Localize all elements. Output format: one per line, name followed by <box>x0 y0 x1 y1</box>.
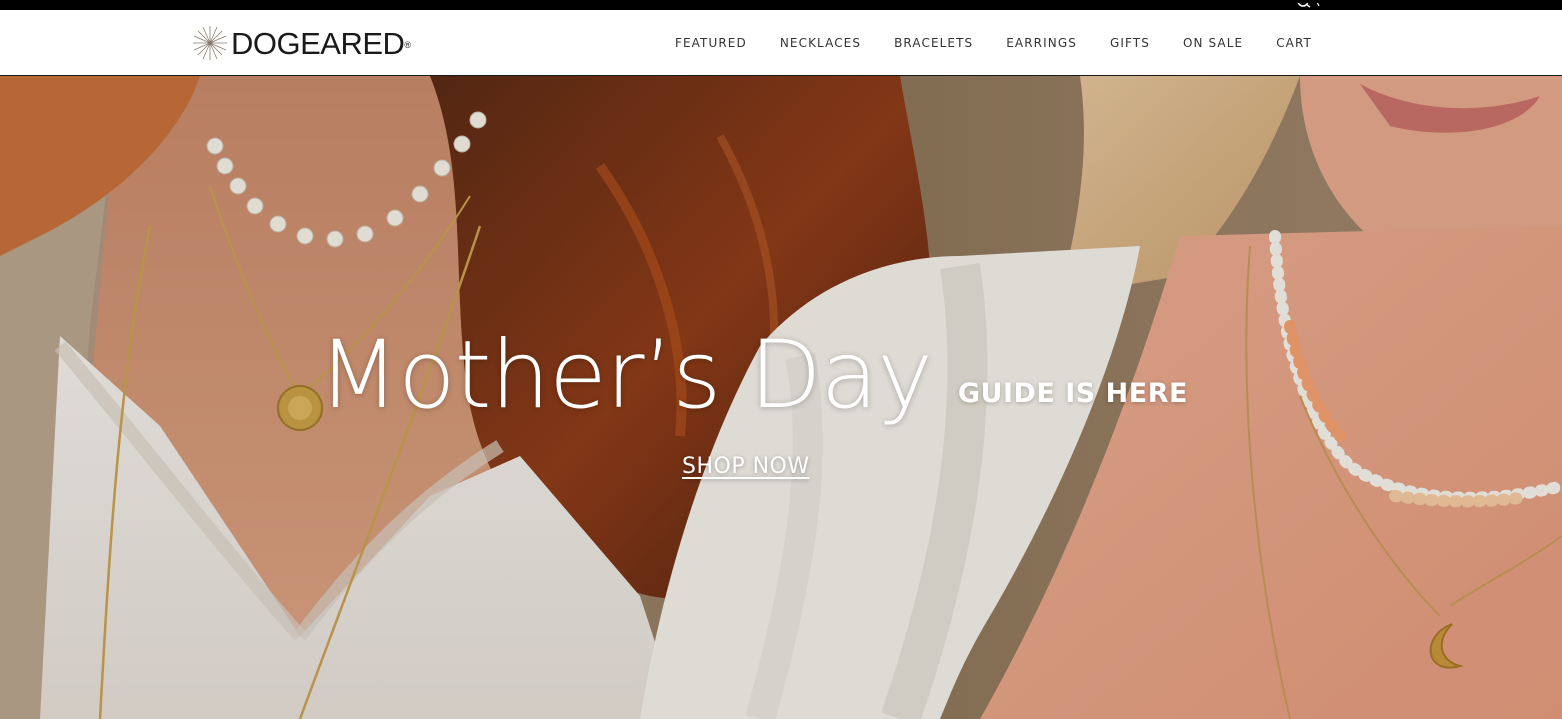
site-logo[interactable]: DOGEARED ® <box>191 23 411 63</box>
search-icon[interactable] <box>1291 0 1331 10</box>
site-header: DOGEARED ® FEATURED NECKLACES BRACELETS … <box>0 10 1562 76</box>
hero-banner[interactable]: Mother’s Day GUIDE IS HERE SHOP NOW <box>0 76 1562 719</box>
nav-on-sale[interactable]: ON SALE <box>1183 36 1243 50</box>
nav-necklaces[interactable]: NECKLACES <box>780 36 861 50</box>
nav-cart[interactable]: CART <box>1276 36 1312 50</box>
main-nav: FEATURED NECKLACES BRACELETS EARRINGS GI… <box>675 10 1312 76</box>
nav-gifts[interactable]: GIFTS <box>1110 36 1150 50</box>
registered-mark: ® <box>404 40 412 50</box>
starburst-icon <box>193 26 227 60</box>
hero-title: Mother’s Day <box>318 321 933 430</box>
logo-wordmark: DOGEARED <box>231 25 405 61</box>
nav-featured[interactable]: FEATURED <box>675 36 747 50</box>
shop-now-link[interactable]: SHOP NOW <box>682 454 810 479</box>
nav-earrings[interactable]: EARRINGS <box>1006 36 1077 50</box>
top-announcement-bar <box>0 0 1562 10</box>
hero-headline: Mother’s Day GUIDE IS HERE <box>318 329 1188 423</box>
hero-subtitle: GUIDE IS HERE <box>957 378 1188 409</box>
nav-bracelets[interactable]: BRACELETS <box>894 36 973 50</box>
